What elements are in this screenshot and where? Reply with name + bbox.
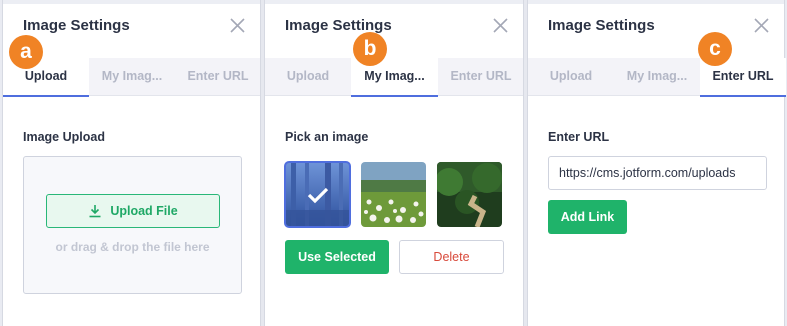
section-label: Enter URL — [548, 130, 610, 144]
download-arrow-icon — [89, 205, 101, 218]
flower-meadow-image[interactable] — [361, 162, 426, 227]
close-icon[interactable] — [753, 17, 770, 34]
panel-title: Image Settings — [285, 17, 392, 34]
step-badge: a — [9, 35, 43, 69]
forest-image[interactable] — [284, 161, 351, 228]
tab-bar: Upload My Imag... Enter URL — [528, 58, 786, 97]
tab-enter-url[interactable]: Enter URL — [175, 58, 261, 96]
close-icon[interactable] — [492, 17, 509, 34]
url-input[interactable] — [548, 156, 767, 190]
panel-title: Image Settings — [548, 17, 655, 34]
upload-button-label: Upload File — [110, 204, 178, 218]
drop-hint: or drag & drop the file here — [55, 240, 210, 254]
tab-upload[interactable]: Upload — [265, 58, 351, 96]
upload-dropzone[interactable]: Upload File or drag & drop the file here — [23, 156, 242, 294]
add-link-button[interactable]: Add Link — [548, 200, 627, 234]
image-settings-panel-my-images: Image Settings b Upload My Imag... Enter… — [264, 0, 524, 326]
tab-my-images[interactable]: My Imag... — [89, 58, 175, 96]
section-label: Pick an image — [285, 130, 369, 144]
tab-enter-url[interactable]: Enter URL — [438, 58, 524, 96]
panel-title: Image Settings — [23, 17, 130, 34]
use-selected-button[interactable]: Use Selected — [285, 240, 389, 274]
tab-my-images[interactable]: My Imag... — [614, 58, 700, 96]
image-settings-panel-enter-url: Image Settings c Upload My Imag... Enter… — [527, 0, 786, 326]
image-settings-panel-upload: Image Settings a Upload My Imag... Enter… — [2, 0, 261, 326]
tab-bar: Upload My Imag... Enter URL — [265, 58, 524, 97]
close-icon[interactable] — [229, 17, 246, 34]
upload-file-button[interactable]: Upload File — [46, 194, 220, 228]
tab-upload[interactable]: Upload — [528, 58, 614, 96]
forest-path-image[interactable] — [437, 162, 502, 227]
step-badge: b — [353, 32, 387, 66]
step-badge: c — [698, 32, 732, 66]
section-label: Image Upload — [23, 130, 105, 144]
delete-button[interactable]: Delete — [399, 240, 504, 274]
checkmark-icon — [285, 162, 350, 227]
tab-bar: Upload My Imag... Enter URL — [3, 58, 261, 97]
